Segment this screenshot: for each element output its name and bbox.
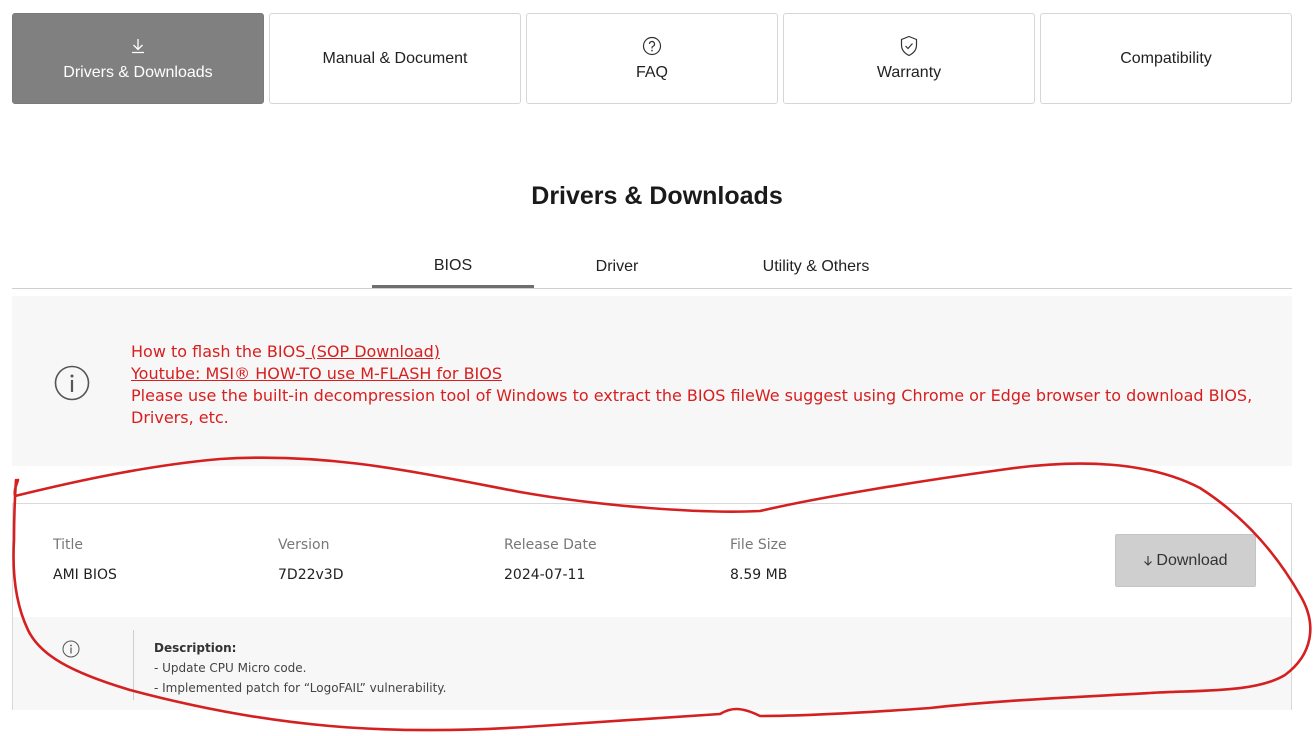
description-line: - Update CPU Micro code. (154, 661, 307, 675)
file-size-column: File Size 8.59 MB (730, 537, 787, 583)
download-icon (1143, 555, 1153, 567)
youtube-mflash-link[interactable]: Youtube: MSI® HOW-TO use M-FLASH for BIO… (131, 364, 502, 383)
bios-notice: How to flash the BIOS (SOP Download) You… (12, 296, 1292, 466)
tab-drivers-downloads[interactable]: Drivers & Downloads (12, 13, 264, 104)
page: Drivers & Downloads Manual & Document FA… (0, 0, 1314, 736)
release-date-value: 2024-07-11 (504, 567, 586, 583)
release-date-header: Release Date (504, 537, 597, 553)
top-tabs: Drivers & Downloads Manual & Document FA… (12, 13, 1292, 104)
version-column: Version 7D22v3D (278, 537, 343, 583)
info-circle-icon (54, 365, 90, 406)
flash-bios-text: How to flash the BIOS (131, 342, 306, 361)
tab-label: FAQ (635, 64, 668, 81)
notice-line-1: How to flash the BIOS (SOP Download) (131, 341, 1261, 363)
notice-text: How to flash the BIOS (SOP Download) You… (131, 341, 1261, 429)
description-title: Description: (154, 641, 237, 655)
shield-check-icon (899, 35, 919, 57)
tab-compatibility[interactable]: Compatibility (1040, 13, 1292, 104)
tab-label: Drivers & Downloads (63, 64, 213, 81)
tab-label: Warranty (876, 64, 942, 81)
tab-label: Manual & Document (322, 49, 468, 67)
sub-tabs: BIOS Driver Utility & Others (12, 246, 1292, 289)
version-value: 7D22v3D (278, 567, 344, 583)
sop-download-link[interactable]: (SOP Download) (305, 342, 440, 361)
subtab-utility-others[interactable]: Utility & Others (726, 246, 906, 288)
title-value: AMI BIOS (53, 567, 117, 583)
file-size-header: File Size (730, 537, 787, 553)
notice-line-3: Please use the built-in decompression to… (131, 386, 1253, 427)
subtab-driver[interactable]: Driver (536, 246, 698, 288)
bios-download-card: Title AMI BIOS Version 7D22v3D Release D… (12, 503, 1292, 710)
release-date-column: Release Date 2024-07-11 (504, 537, 597, 583)
file-size-value: 8.59 MB (730, 567, 788, 583)
download-button-label: Download (1156, 551, 1228, 569)
description-text: Description: - Update CPU Micro code. - … (154, 638, 447, 698)
divider (133, 630, 134, 700)
notice-line-2: Youtube: MSI® HOW-TO use M-FLASH for BIO… (131, 363, 1261, 385)
tab-faq[interactable]: FAQ (526, 13, 778, 104)
title-column: Title AMI BIOS (53, 537, 117, 583)
tab-warranty[interactable]: Warranty (783, 13, 1035, 104)
description-area: Description: - Update CPU Micro code. - … (13, 617, 1291, 710)
description-line: - Implemented patch for “LogoFAIL” vulne… (154, 681, 447, 695)
section-title: Drivers & Downloads (531, 182, 783, 210)
download-icon (129, 35, 147, 57)
subtab-bios[interactable]: BIOS (372, 246, 534, 288)
title-header: Title (53, 537, 84, 553)
info-circle-icon (62, 640, 80, 663)
question-circle-icon (642, 35, 662, 57)
tab-manual-document[interactable]: Manual & Document (269, 13, 521, 104)
version-header: Version (278, 537, 330, 553)
download-button[interactable]: Download (1115, 534, 1256, 587)
tab-label: Compatibility (1120, 49, 1212, 67)
